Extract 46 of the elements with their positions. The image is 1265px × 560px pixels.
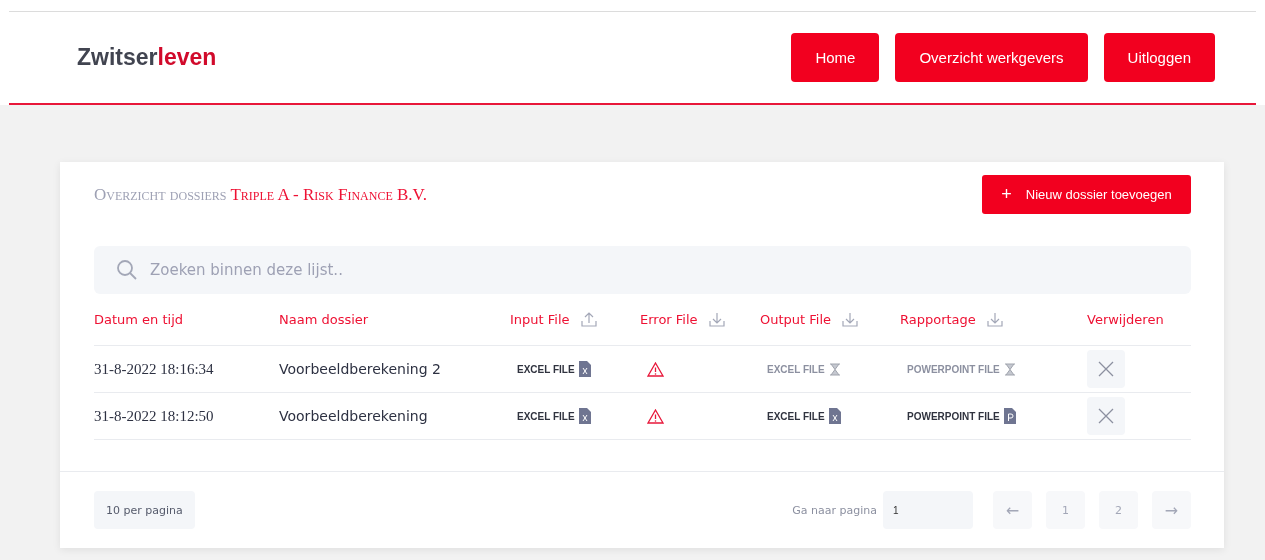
download-icon: [985, 311, 1004, 328]
file-link[interactable]: EXCEL FILE: [517, 410, 575, 422]
close-icon: [1098, 361, 1114, 377]
search-icon: [116, 259, 138, 281]
nav-button[interactable]: Overzicht werkgevers: [895, 33, 1088, 82]
table-cell: 31-8-2022 18:16:34: [94, 360, 214, 378]
delete-button[interactable]: [1087, 350, 1125, 388]
file-link[interactable]: EXCEL FILE: [767, 363, 825, 375]
column-header: Verwijderen: [1087, 312, 1164, 327]
excel-file-icon: [828, 408, 841, 424]
file-link[interactable]: EXCEL FILE: [767, 410, 825, 422]
column-header: Error File: [640, 312, 698, 327]
add-dossier-button[interactable]: + Nieuw dossier toevoegen: [982, 175, 1191, 214]
previous-page-button[interactable]: ←: [993, 491, 1032, 529]
nav-button[interactable]: Uitloggen: [1103, 33, 1215, 82]
nav-button[interactable]: Home: [791, 33, 880, 82]
page-size-button[interactable]: 10 per pagina: [94, 491, 195, 529]
download-icon: [841, 311, 860, 328]
powerpoint-file-icon: [1003, 408, 1016, 424]
download-icon: [707, 311, 726, 328]
upload-icon: [579, 311, 598, 328]
search-field[interactable]: Zoeken binnen deze lijst..: [94, 246, 1191, 294]
column-header: Input File: [510, 312, 570, 327]
close-icon: [1098, 408, 1114, 424]
excel-file-icon: [578, 361, 591, 377]
page-button[interactable]: 1: [1046, 491, 1085, 529]
logo: Zwitserleven: [77, 44, 217, 71]
table-cell: Voorbeeldberekening 2: [279, 361, 441, 377]
table-cell: Voorbeeldberekening: [279, 408, 428, 424]
page-button[interactable]: 2: [1099, 491, 1138, 529]
file-link[interactable]: EXCEL FILE: [517, 363, 575, 375]
delete-button[interactable]: [1087, 397, 1125, 435]
hourglass-icon: [828, 362, 841, 376]
panel-title: Overzicht dossiers Triple A - Risk Finance B.V.: [94, 184, 427, 205]
file-link[interactable]: POWERPOINT FILE: [907, 410, 1000, 422]
column-header: Datum en tijd: [94, 312, 184, 327]
hourglass-icon: [1003, 362, 1016, 376]
table-cell: 31-8-2022 18:12:50: [94, 407, 214, 425]
column-header: Naam dossier: [279, 312, 369, 327]
excel-file-icon: [578, 408, 591, 424]
next-page-button[interactable]: →: [1152, 491, 1191, 529]
page-input[interactable]: 1: [883, 491, 973, 529]
column-header: Rapportage: [900, 312, 976, 327]
column-header: Output File: [760, 312, 832, 327]
goto-label: Ga naar pagina: [792, 503, 877, 517]
file-link[interactable]: POWERPOINT FILE: [907, 363, 1000, 375]
